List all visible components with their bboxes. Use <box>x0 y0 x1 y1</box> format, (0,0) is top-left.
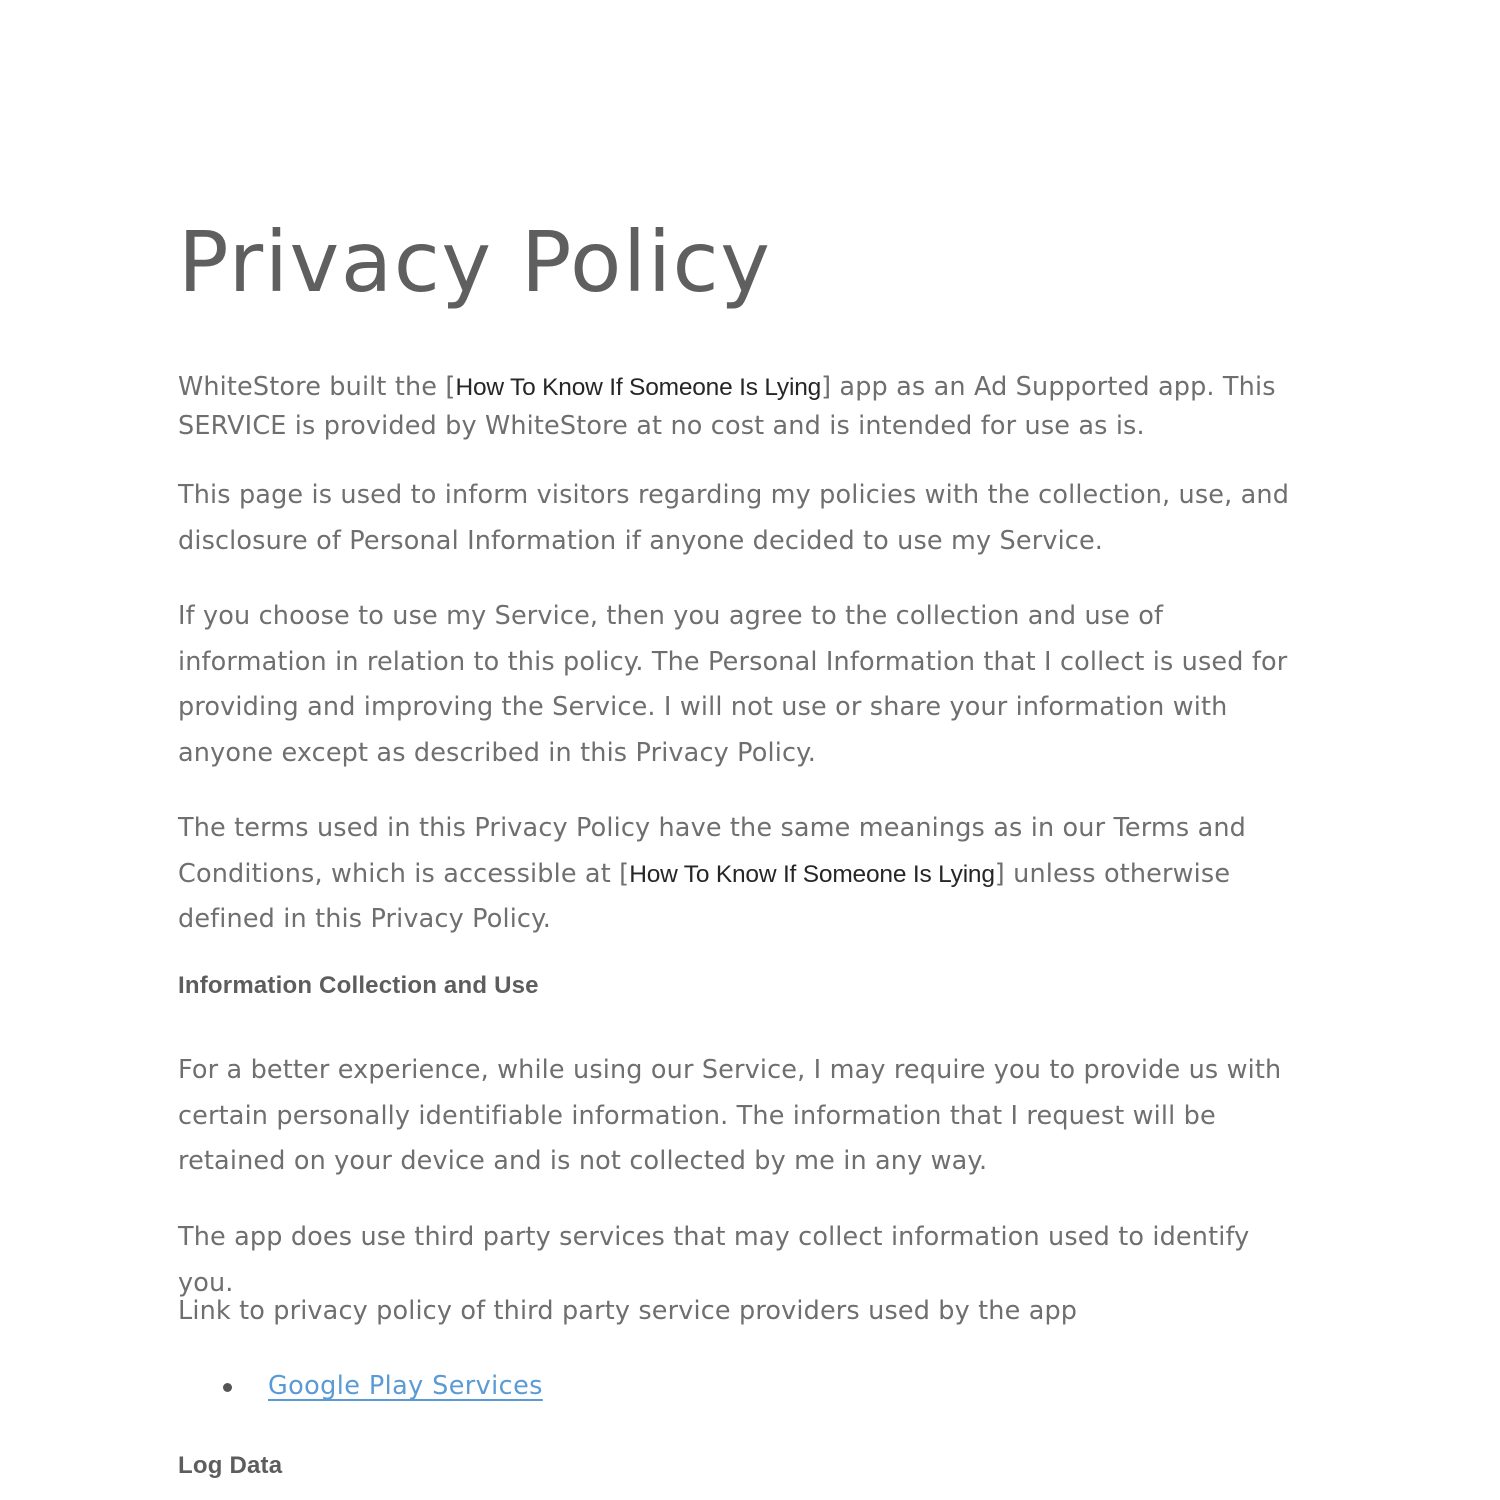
list-item: Google Play Services <box>178 1368 1308 1408</box>
link-google-play-services[interactable]: Google Play Services <box>268 1368 543 1404</box>
paragraph-choose-service: If you choose to use my Service, then yo… <box>178 601 1288 768</box>
app-name-text: How To Know If Someone Is Lying <box>455 374 822 401</box>
page-title: Privacy Policy <box>178 213 772 311</box>
heading-log-data: Log Data <box>178 1452 283 1479</box>
paragraph-intro: WhiteStore built the [How To Know If Som… <box>178 368 1308 445</box>
app-name-text-terms: How To Know If Someone Is Lying <box>629 860 995 888</box>
paragraph-terms-definitions: The terms used in this Privacy Policy ha… <box>178 806 1308 943</box>
bullet-icon <box>223 1383 232 1392</box>
paragraph-better-experience: For a better experience, while using our… <box>178 1055 1282 1176</box>
paragraph-link-intro: Link to privacy policy of third party se… <box>178 1296 1078 1326</box>
document-page: Privacy Policy WhiteStore built the [How… <box>0 0 1500 1500</box>
paragraph-inform-visitors: This page is used to inform visitors reg… <box>178 480 1290 556</box>
heading-information-collection-and-use: Information Collection and Use <box>178 972 539 999</box>
paragraph-intro-before: WhiteStore built the [ <box>178 372 456 402</box>
